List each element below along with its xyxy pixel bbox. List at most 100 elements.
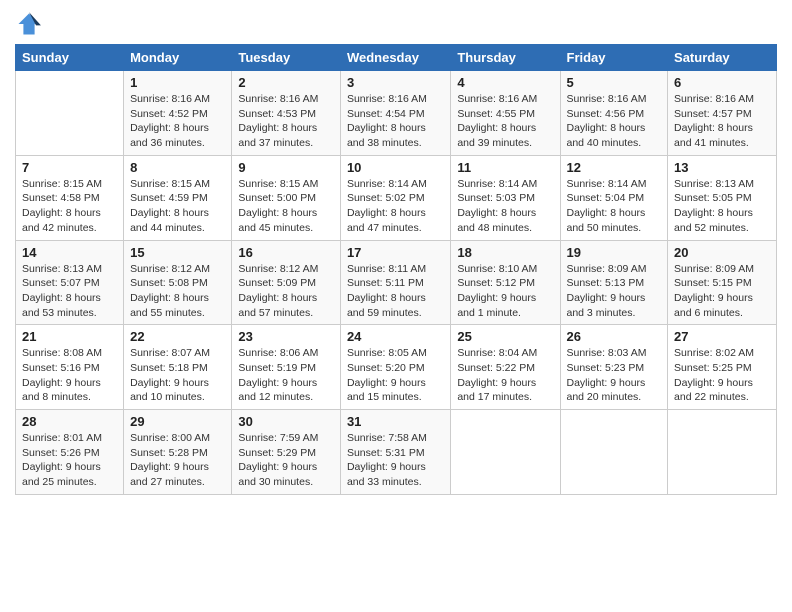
day-info: Sunrise: 8:16 AM Sunset: 4:52 PM Dayligh… (130, 92, 225, 151)
day-number: 25 (457, 329, 553, 344)
day-number: 14 (22, 245, 117, 260)
day-number: 27 (674, 329, 770, 344)
day-info: Sunrise: 8:01 AM Sunset: 5:26 PM Dayligh… (22, 431, 117, 490)
weekday-header-tuesday: Tuesday (232, 45, 341, 71)
day-info: Sunrise: 8:12 AM Sunset: 5:08 PM Dayligh… (130, 262, 225, 321)
day-number: 10 (347, 160, 444, 175)
day-info: Sunrise: 8:14 AM Sunset: 5:02 PM Dayligh… (347, 177, 444, 236)
calendar-cell: 31 Sunrise: 7:58 AM Sunset: 5:31 PM Dayli… (340, 410, 450, 495)
calendar-cell: 13 Sunrise: 8:13 AM Sunset: 5:05 PM Dayli… (668, 155, 777, 240)
day-number: 16 (238, 245, 334, 260)
day-number: 26 (567, 329, 662, 344)
calendar-cell: 26 Sunrise: 8:03 AM Sunset: 5:23 PM Dayli… (560, 325, 668, 410)
calendar-cell: 1Sunrise: 8:16 AM Sunset: 4:52 PM Daylig… (124, 71, 232, 156)
weekday-header-sunday: Sunday (16, 45, 124, 71)
day-info: Sunrise: 7:58 AM Sunset: 5:31 PM Dayligh… (347, 431, 444, 490)
calendar-week-row: 21Sunrise: 8:08 AM Sunset: 5:16 PM Dayli… (16, 325, 777, 410)
day-number: 3 (347, 75, 444, 90)
main-container: SundayMondayTuesdayWednesdayThursdayFrid… (0, 0, 792, 505)
calendar-week-row: 14 Sunrise: 8:13 AM Sunset: 5:07 PM Dayli… (16, 240, 777, 325)
day-number: 13 (674, 160, 770, 175)
day-number: 6 (674, 75, 770, 90)
day-number: 17 (347, 245, 444, 260)
weekday-header-wednesday: Wednesday (340, 45, 450, 71)
day-info: Sunrise: 8:10 AM Sunset: 5:12 PM Dayligh… (457, 262, 553, 321)
calendar-cell (451, 410, 560, 495)
day-info: Sunrise: 7:59 AM Sunset: 5:29 PM Dayligh… (238, 431, 334, 490)
day-info: Sunrise: 8:13 AM Sunset: 5:07 PM Dayligh… (22, 262, 117, 321)
calendar-cell: 9Sunrise: 8:15 AM Sunset: 5:00 PM Daylig… (232, 155, 341, 240)
day-number: 12 (567, 160, 662, 175)
day-number: 21 (22, 329, 117, 344)
calendar-cell: 3 Sunrise: 8:16 AM Sunset: 4:54 PM Daylig… (340, 71, 450, 156)
calendar-cell: 20 Sunrise: 8:09 AM Sunset: 5:15 PM Dayli… (668, 240, 777, 325)
calendar-cell: 14 Sunrise: 8:13 AM Sunset: 5:07 PM Dayli… (16, 240, 124, 325)
calendar-cell: 30 Sunrise: 7:59 AM Sunset: 5:29 PM Dayli… (232, 410, 341, 495)
calendar-cell: 25 Sunrise: 8:04 AM Sunset: 5:22 PM Dayli… (451, 325, 560, 410)
calendar-cell: 8 Sunrise: 8:15 AM Sunset: 4:59 PM Daylig… (124, 155, 232, 240)
calendar-cell: 21Sunrise: 8:08 AM Sunset: 5:16 PM Dayli… (16, 325, 124, 410)
weekday-header-row: SundayMondayTuesdayWednesdayThursdayFrid… (16, 45, 777, 71)
calendar-cell: 22 Sunrise: 8:07 AM Sunset: 5:18 PM Dayli… (124, 325, 232, 410)
day-number: 11 (457, 160, 553, 175)
logo-icon (15, 10, 43, 38)
day-info: Sunrise: 8:04 AM Sunset: 5:22 PM Dayligh… (457, 346, 553, 405)
day-info: Sunrise: 8:05 AM Sunset: 5:20 PM Dayligh… (347, 346, 444, 405)
day-number: 8 (130, 160, 225, 175)
day-number: 2 (238, 75, 334, 90)
day-info: Sunrise: 8:13 AM Sunset: 5:05 PM Dayligh… (674, 177, 770, 236)
calendar-week-row: 28Sunrise: 8:01 AM Sunset: 5:26 PM Dayli… (16, 410, 777, 495)
weekday-header-friday: Friday (560, 45, 668, 71)
calendar-cell: 24 Sunrise: 8:05 AM Sunset: 5:20 PM Dayli… (340, 325, 450, 410)
day-info: Sunrise: 8:15 AM Sunset: 5:00 PM Dayligh… (238, 177, 334, 236)
day-info: Sunrise: 8:14 AM Sunset: 5:04 PM Dayligh… (567, 177, 662, 236)
calendar-cell: 4Sunrise: 8:16 AM Sunset: 4:55 PM Daylig… (451, 71, 560, 156)
day-number: 23 (238, 329, 334, 344)
day-info: Sunrise: 8:07 AM Sunset: 5:18 PM Dayligh… (130, 346, 225, 405)
calendar-cell: 19 Sunrise: 8:09 AM Sunset: 5:13 PM Dayli… (560, 240, 668, 325)
day-info: Sunrise: 8:09 AM Sunset: 5:13 PM Dayligh… (567, 262, 662, 321)
day-number: 30 (238, 414, 334, 429)
day-number: 18 (457, 245, 553, 260)
day-number: 31 (347, 414, 444, 429)
calendar-cell: 28Sunrise: 8:01 AM Sunset: 5:26 PM Dayli… (16, 410, 124, 495)
weekday-header-saturday: Saturday (668, 45, 777, 71)
calendar-table: SundayMondayTuesdayWednesdayThursdayFrid… (15, 44, 777, 495)
calendar-cell: 16 Sunrise: 8:12 AM Sunset: 5:09 PM Dayli… (232, 240, 341, 325)
calendar-cell: 6 Sunrise: 8:16 AM Sunset: 4:57 PM Daylig… (668, 71, 777, 156)
day-info: Sunrise: 8:16 AM Sunset: 4:57 PM Dayligh… (674, 92, 770, 151)
calendar-cell: 7Sunrise: 8:15 AM Sunset: 4:58 PM Daylig… (16, 155, 124, 240)
calendar-cell (16, 71, 124, 156)
day-number: 22 (130, 329, 225, 344)
calendar-cell: 11 Sunrise: 8:14 AM Sunset: 5:03 PM Dayli… (451, 155, 560, 240)
calendar-cell: 18 Sunrise: 8:10 AM Sunset: 5:12 PM Dayli… (451, 240, 560, 325)
calendar-cell: 5Sunrise: 8:16 AM Sunset: 4:56 PM Daylig… (560, 71, 668, 156)
day-info: Sunrise: 8:09 AM Sunset: 5:15 PM Dayligh… (674, 262, 770, 321)
calendar-cell: 23Sunrise: 8:06 AM Sunset: 5:19 PM Dayli… (232, 325, 341, 410)
day-info: Sunrise: 8:03 AM Sunset: 5:23 PM Dayligh… (567, 346, 662, 405)
day-number: 19 (567, 245, 662, 260)
calendar-cell (560, 410, 668, 495)
header-row (15, 10, 777, 38)
day-info: Sunrise: 8:16 AM Sunset: 4:56 PM Dayligh… (567, 92, 662, 151)
day-info: Sunrise: 8:15 AM Sunset: 4:58 PM Dayligh… (22, 177, 117, 236)
calendar-week-row: 1Sunrise: 8:16 AM Sunset: 4:52 PM Daylig… (16, 71, 777, 156)
day-number: 20 (674, 245, 770, 260)
day-info: Sunrise: 8:14 AM Sunset: 5:03 PM Dayligh… (457, 177, 553, 236)
day-info: Sunrise: 8:16 AM Sunset: 4:54 PM Dayligh… (347, 92, 444, 151)
day-info: Sunrise: 8:02 AM Sunset: 5:25 PM Dayligh… (674, 346, 770, 405)
day-info: Sunrise: 8:16 AM Sunset: 4:53 PM Dayligh… (238, 92, 334, 151)
day-info: Sunrise: 8:16 AM Sunset: 4:55 PM Dayligh… (457, 92, 553, 151)
weekday-header-monday: Monday (124, 45, 232, 71)
day-info: Sunrise: 8:15 AM Sunset: 4:59 PM Dayligh… (130, 177, 225, 236)
calendar-cell: 2 Sunrise: 8:16 AM Sunset: 4:53 PM Daylig… (232, 71, 341, 156)
calendar-cell: 10 Sunrise: 8:14 AM Sunset: 5:02 PM Dayli… (340, 155, 450, 240)
calendar-cell: 27 Sunrise: 8:02 AM Sunset: 5:25 PM Dayli… (668, 325, 777, 410)
day-info: Sunrise: 8:12 AM Sunset: 5:09 PM Dayligh… (238, 262, 334, 321)
day-info: Sunrise: 8:11 AM Sunset: 5:11 PM Dayligh… (347, 262, 444, 321)
calendar-cell: 15 Sunrise: 8:12 AM Sunset: 5:08 PM Dayli… (124, 240, 232, 325)
calendar-cell: 29Sunrise: 8:00 AM Sunset: 5:28 PM Dayli… (124, 410, 232, 495)
day-number: 29 (130, 414, 225, 429)
day-number: 24 (347, 329, 444, 344)
day-number: 15 (130, 245, 225, 260)
